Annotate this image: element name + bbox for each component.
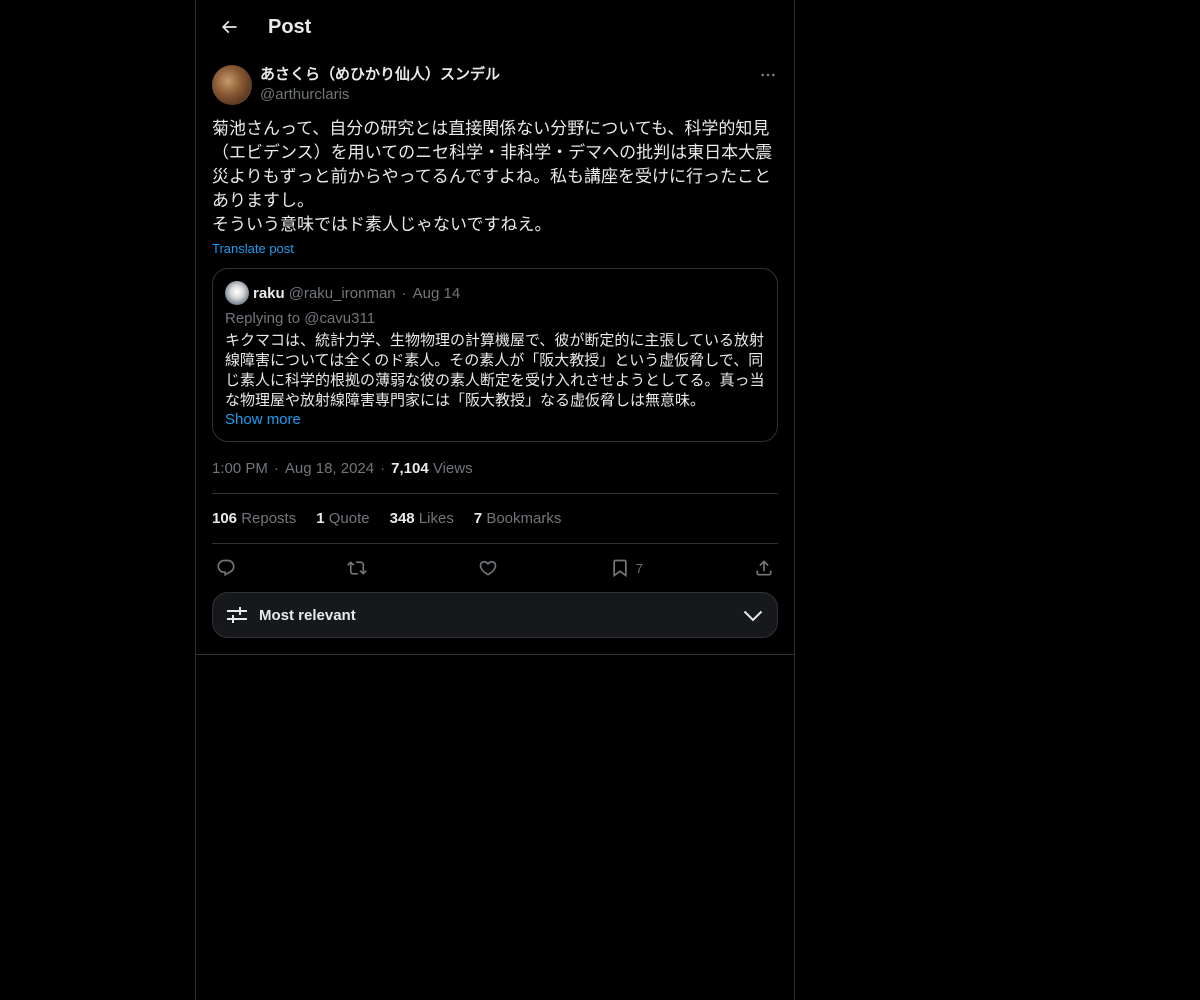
post-date[interactable]: Aug 18, 2024 — [285, 460, 374, 477]
quote-text: キクマコは、統計力学、生物物理の計算機屋で、彼が断定的に主張している放射線障害に… — [225, 332, 765, 409]
arrow-left-icon — [221, 20, 237, 34]
page-title: Post — [268, 15, 312, 38]
page-header: Post — [196, 0, 794, 54]
quotes-count: 1 — [316, 510, 325, 527]
more-button[interactable] — [758, 65, 778, 85]
sliders-icon — [227, 607, 247, 623]
reply-button[interactable] — [216, 558, 236, 578]
action-bar: 7 — [212, 544, 778, 592]
show-more-link[interactable]: Show more — [225, 411, 301, 428]
quote-date: Aug 14 — [412, 284, 461, 302]
bookmark-button[interactable]: 7 — [610, 558, 643, 578]
heart-icon — [480, 560, 497, 576]
bookmark-count: 7 — [635, 560, 643, 576]
author-name[interactable]: あさくら（めひかり仙人）スンデル — [260, 65, 500, 85]
author-handle[interactable]: @arthurclaris — [260, 85, 500, 105]
meta-separator: · — [380, 460, 386, 477]
quote-avatar — [225, 281, 249, 305]
replying-handle: @cavu311 — [304, 310, 376, 327]
meta-separator: · — [273, 460, 279, 477]
likes-label: Likes — [414, 510, 454, 527]
repost-icon — [347, 561, 368, 575]
quote-author-name: raku — [253, 284, 285, 302]
likes-count: 348 — [389, 510, 415, 527]
reply-icon — [217, 559, 235, 577]
views-count: 7,104 — [391, 460, 429, 477]
bookmark-icon — [612, 559, 627, 578]
post-meta: 1:00 PM · Aug 18, 2024 · 7,104 Views — [212, 460, 778, 494]
bookmarks-count: 7 — [473, 510, 483, 527]
more-dots-icon — [761, 73, 775, 77]
author-info: あさくら（めひかり仙人）スンデル @arthurclaris — [260, 65, 500, 105]
quote-author-handle: @raku_ironman — [288, 284, 396, 302]
quote-header: raku @raku_ironman · Aug 14 — [225, 281, 765, 305]
main-column: Post あさくら（めひかり仙人）スンデル @arthurclaris 菊池さん… — [195, 0, 795, 1000]
bookmarks-label: Bookmarks — [482, 510, 562, 527]
views-label: Views — [428, 460, 473, 477]
quotes-stat[interactable]: 1 Quote — [316, 510, 369, 527]
share-icon — [756, 560, 772, 576]
quoted-post[interactable]: raku @raku_ironman · Aug 14 Replying to … — [212, 268, 778, 442]
bookmarks-stat[interactable]: 7 Bookmarks — [474, 510, 562, 527]
post: あさくら（めひかり仙人）スンデル @arthurclaris 菊池さんって、自分… — [196, 65, 794, 655]
chevron-down-icon — [743, 610, 763, 622]
reposts-stat[interactable]: 106 Reposts — [212, 510, 296, 527]
quotes-label: Quote — [324, 510, 370, 527]
repost-button[interactable] — [347, 558, 368, 578]
avatar[interactable] — [212, 65, 252, 105]
sort-label: Most relevant — [259, 606, 356, 624]
author-row: あさくら（めひかり仙人）スンデル @arthurclaris — [212, 65, 778, 105]
like-button[interactable] — [478, 558, 498, 578]
replying-prefix: Replying to — [225, 310, 305, 327]
post-text: 菊池さんって、自分の研究とは直接関係ない分野についても、科学的知見（エビデンス）… — [212, 119, 773, 234]
quote-separator: · — [401, 284, 407, 302]
post-time[interactable]: 1:00 PM — [212, 460, 268, 477]
sort-replies-dropdown[interactable]: Most relevant — [212, 592, 778, 638]
share-button[interactable] — [754, 558, 774, 578]
translate-post-link[interactable]: Translate post — [212, 241, 294, 256]
replying-to: Replying to @cavu311 — [225, 310, 765, 327]
reposts-label: Reposts — [237, 510, 297, 527]
back-button[interactable] — [212, 10, 246, 44]
likes-stat[interactable]: 348 Likes — [390, 510, 454, 527]
post-stats: 106 Reposts 1 Quote 348 Likes 7 Bookmark… — [212, 494, 778, 544]
reposts-count: 106 — [212, 510, 238, 527]
